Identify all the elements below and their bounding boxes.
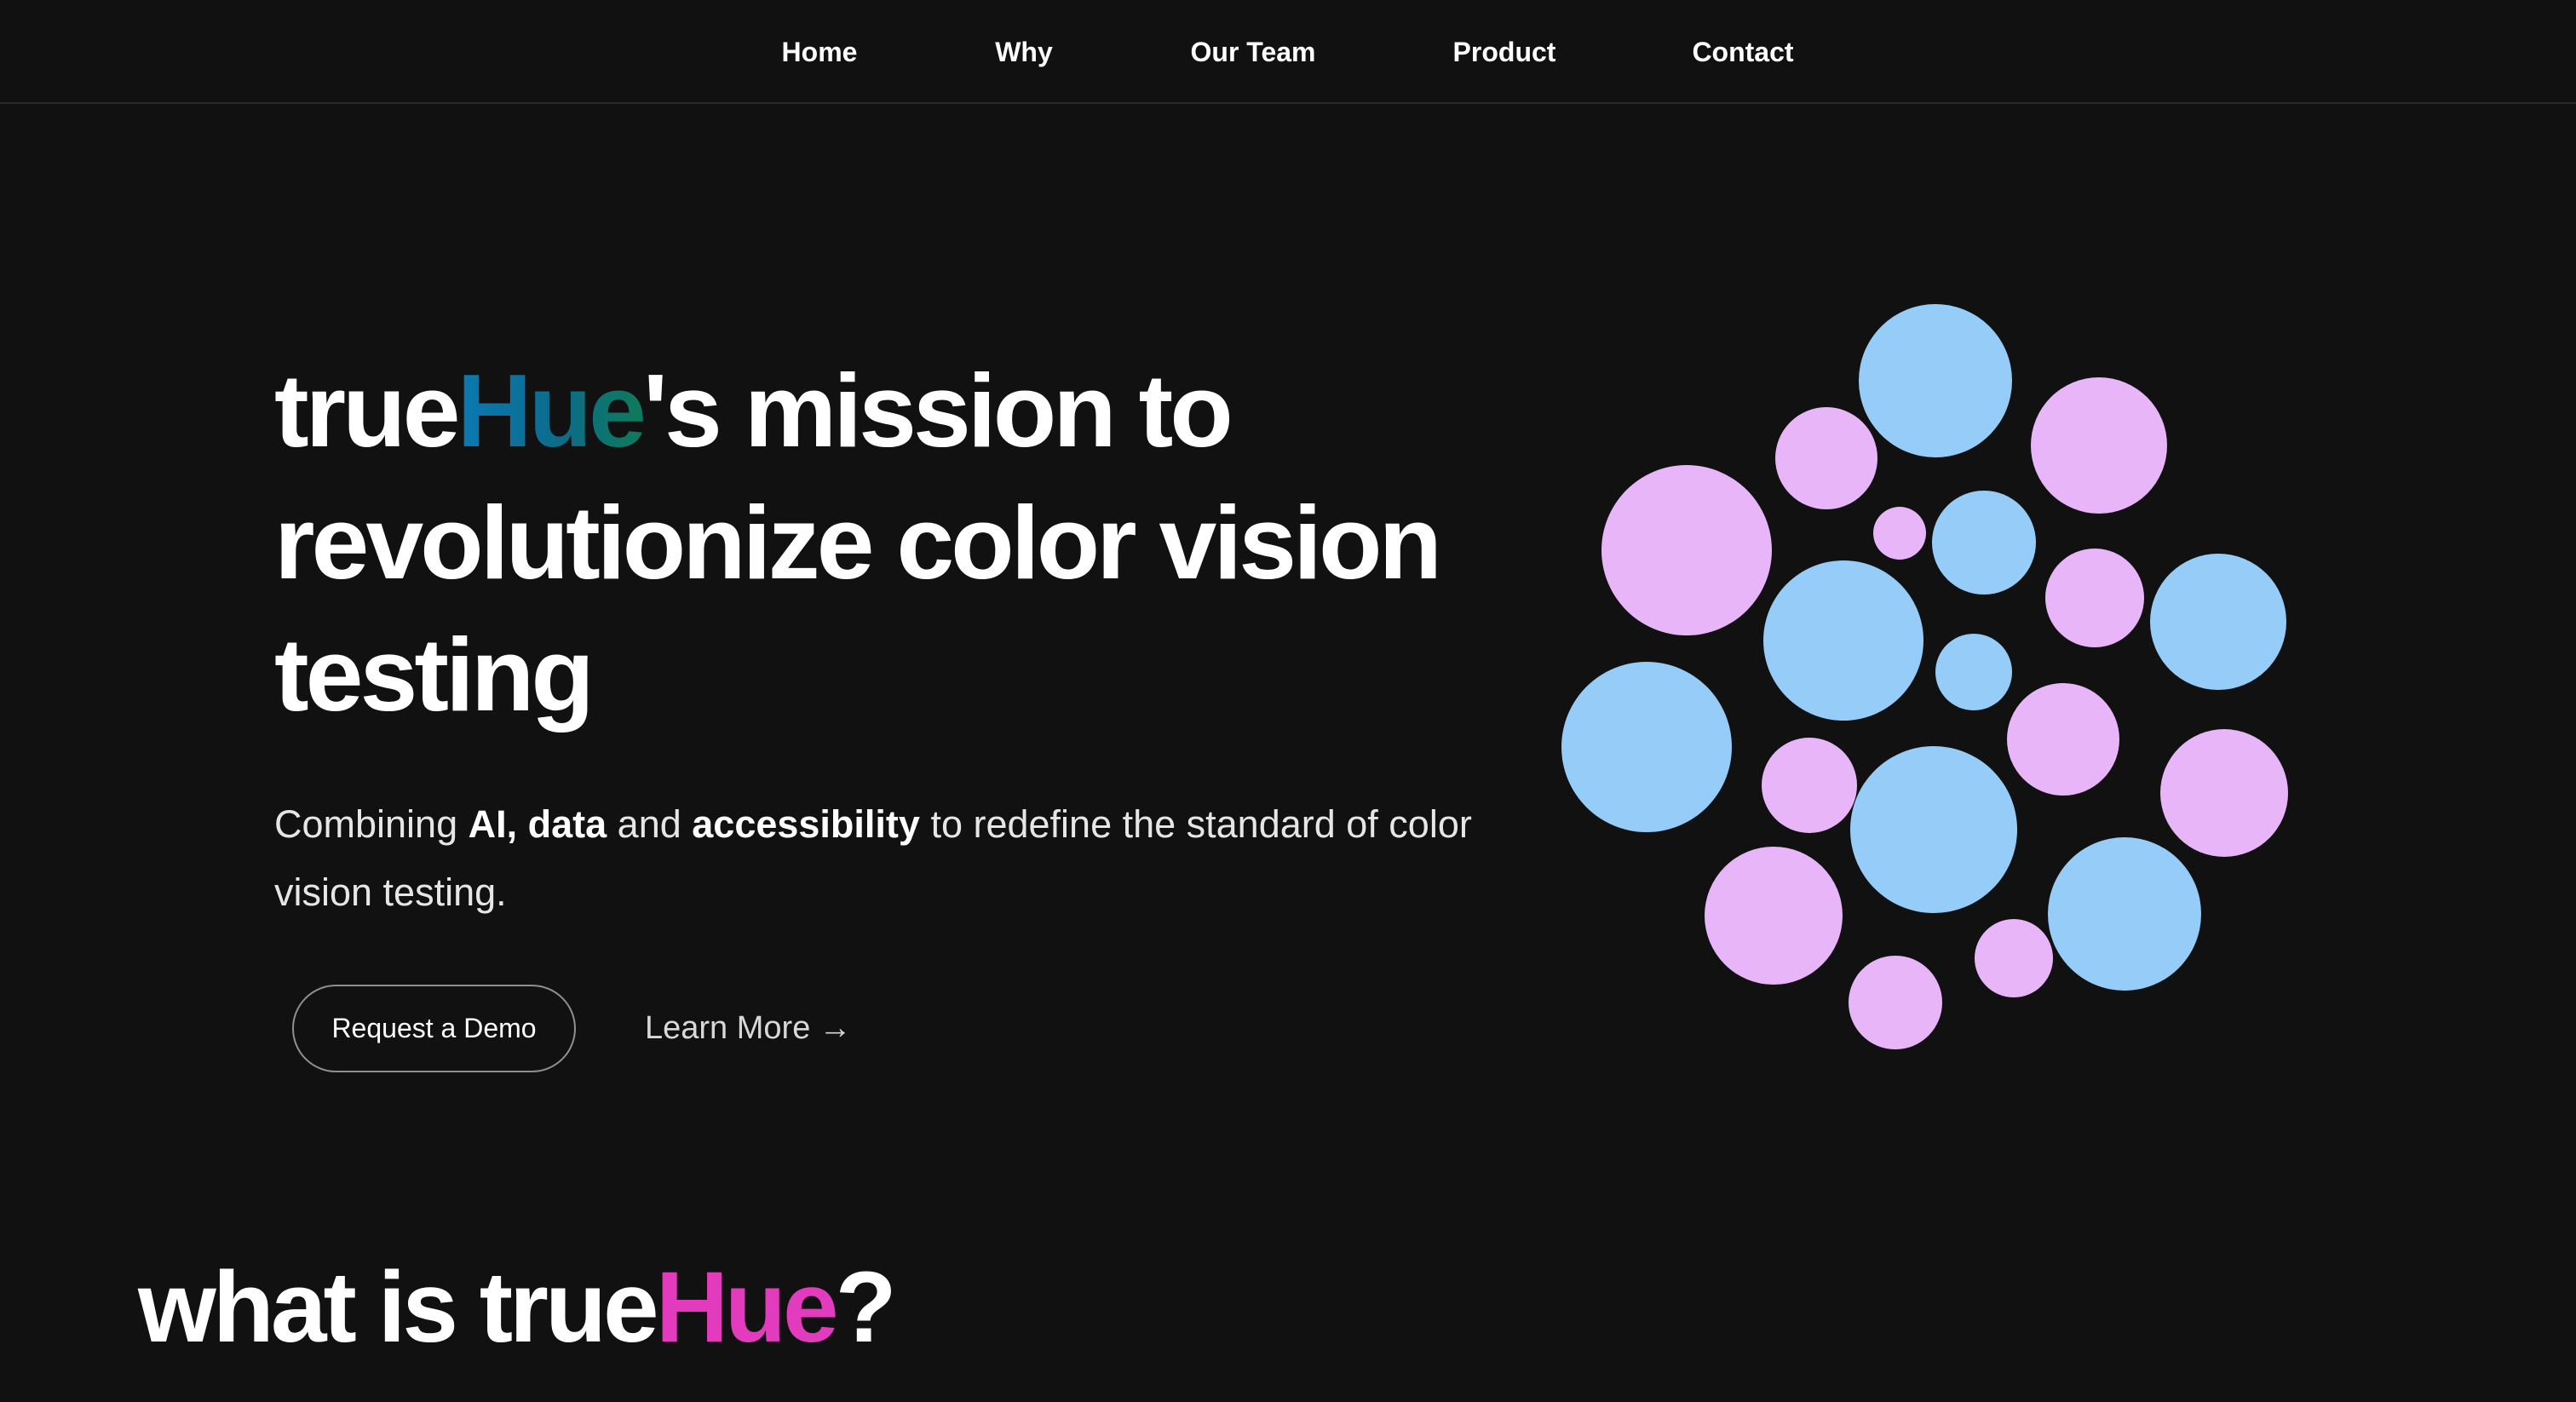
color-dot bbox=[2160, 729, 2288, 857]
section-title-prefix: what is true bbox=[138, 1251, 659, 1364]
hero-sub-part2: and bbox=[607, 802, 693, 846]
color-dot bbox=[2007, 683, 2119, 796]
hero-sub-bold2: accessibility bbox=[692, 802, 920, 846]
learn-more-label: Learn More bbox=[645, 1010, 811, 1046]
color-dot bbox=[2045, 549, 2144, 647]
section-title-what-is-truehue: what is trueHue? bbox=[138, 1244, 897, 1371]
color-dot bbox=[2048, 837, 2201, 991]
hero-sub-bold1: AI, data bbox=[468, 802, 607, 846]
color-dot bbox=[1975, 919, 2053, 997]
color-dot bbox=[2031, 377, 2167, 514]
hero-sub-part1: Combining bbox=[274, 802, 469, 846]
color-dot bbox=[1763, 560, 1923, 721]
hero-subtitle: Combining AI, data and accessibility to … bbox=[274, 790, 1518, 927]
section-title-suffix: ? bbox=[835, 1251, 897, 1364]
nav-why[interactable]: Why bbox=[995, 0, 1053, 104]
color-dot bbox=[1935, 634, 2012, 710]
hero-brand-true: true bbox=[274, 353, 460, 468]
page: Home Why Our Team Product Contact trueHu… bbox=[0, 0, 2576, 1402]
nav-our-team[interactable]: Our Team bbox=[1191, 0, 1316, 104]
top-nav: Home Why Our Team Product Contact bbox=[0, 0, 2576, 104]
hero-title: trueHue's mission to revolutionize color… bbox=[274, 345, 1509, 741]
arrow-right-icon: → bbox=[819, 1010, 852, 1046]
color-dot bbox=[1859, 304, 2012, 457]
nav-contact[interactable]: Contact bbox=[1692, 0, 1793, 104]
color-dot bbox=[2150, 554, 2286, 690]
section-title-brand: Hue bbox=[655, 1251, 839, 1364]
color-dot bbox=[1762, 738, 1857, 833]
color-dot bbox=[1705, 847, 1843, 985]
request-demo-button[interactable]: Request a Demo bbox=[292, 985, 576, 1072]
learn-more-link[interactable]: Learn More → bbox=[645, 985, 851, 1072]
nav-product[interactable]: Product bbox=[1453, 0, 1556, 104]
color-dot bbox=[1601, 465, 1772, 635]
nav-home[interactable]: Home bbox=[782, 0, 858, 104]
color-dot bbox=[1932, 491, 2036, 595]
hero-brand-hue: Hue bbox=[457, 353, 646, 468]
color-dot bbox=[1850, 746, 2017, 913]
color-dot bbox=[1849, 956, 1942, 1049]
color-dot bbox=[1775, 407, 1877, 509]
color-dot bbox=[1561, 662, 1732, 832]
color-dot bbox=[1873, 507, 1926, 560]
